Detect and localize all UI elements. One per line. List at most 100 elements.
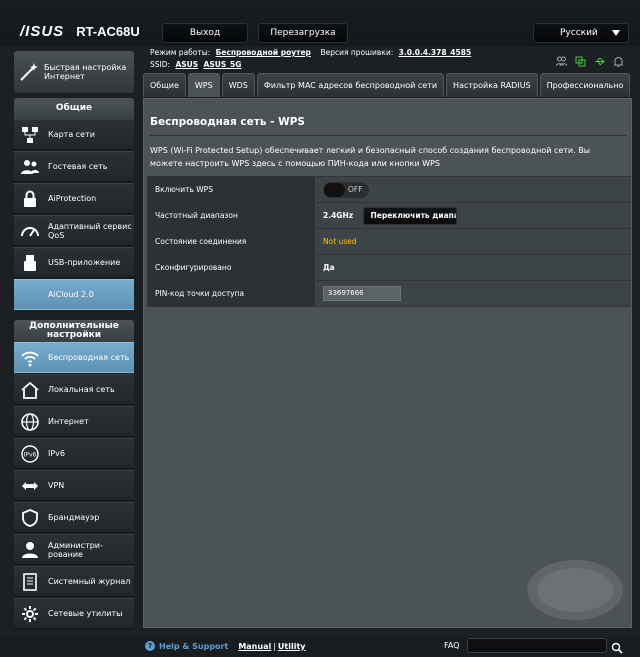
model-name: RT-AC68U bbox=[76, 23, 140, 39]
sidebar-item-label: Локальная сеть bbox=[48, 385, 115, 394]
sidebar-item-label: Интернет bbox=[48, 417, 89, 426]
advanced-section-header: Дополнительные настройки bbox=[14, 320, 134, 342]
sidebar-item-usb[interactable]: USB-приложение bbox=[14, 247, 134, 278]
sidebar-item-ipv6[interactable]: IPv6 IPv6 bbox=[14, 438, 134, 469]
connection-status-label: Состояние соединения bbox=[147, 228, 315, 255]
sidebar-item-firewall[interactable]: Брандмауэр bbox=[14, 502, 134, 533]
sidebar-item-network-tools[interactable]: Сетевые утилиты bbox=[14, 598, 134, 629]
help-question-icon: ? bbox=[145, 641, 155, 651]
asus-logo: /ISUS RT-AC68U bbox=[20, 21, 140, 41]
language-value: Русский bbox=[560, 28, 598, 38]
firewall-icon bbox=[20, 508, 40, 528]
language-select[interactable]: Русский bbox=[533, 23, 629, 43]
help-support-link[interactable]: Help & Support bbox=[159, 642, 228, 651]
guest-network-icon bbox=[20, 157, 40, 177]
sidebar-item-label: Беспроводная сеть bbox=[48, 353, 130, 362]
sidebar-item-vpn[interactable]: VPN bbox=[14, 470, 134, 501]
help-area: ? Help & Support Manual | Utility bbox=[145, 641, 306, 651]
sidebar-item-label: Карта сети bbox=[48, 130, 95, 139]
sidebar-item-wireless[interactable]: Беспроводная сеть bbox=[14, 342, 134, 373]
quick-setup-label: Быстрая настройка Интернет bbox=[44, 63, 127, 81]
ssid-link-2[interactable]: ASUS_5G bbox=[204, 60, 242, 69]
sidebar-item-label: USB-приложение bbox=[48, 258, 121, 267]
tab-wds[interactable]: WDS bbox=[221, 73, 255, 97]
status-bar: Режим работы: Беспроводной роутер Версия… bbox=[150, 47, 471, 71]
home-lan-icon bbox=[20, 380, 40, 400]
faq-search-input[interactable] bbox=[467, 638, 607, 653]
aiprotection-icon bbox=[20, 189, 40, 209]
band-label: Частотный диапазон bbox=[147, 202, 315, 229]
title-divider bbox=[150, 135, 626, 136]
utility-link[interactable]: Utility bbox=[278, 642, 306, 651]
link-separator: | bbox=[273, 641, 276, 651]
sidebar-item-label: Системный журнал bbox=[48, 577, 131, 586]
mode-link[interactable]: Беспроводной роутер bbox=[216, 48, 311, 57]
ssid-label: SSID: bbox=[150, 60, 171, 69]
tab-radius[interactable]: Настройка RADIUS bbox=[446, 73, 538, 97]
sidebar-item-label: AiProtection bbox=[48, 194, 97, 203]
firmware-link[interactable]: 3.0.0.4.378_4585 bbox=[399, 48, 472, 57]
table-row: PIN-код точки доступа 33697666 bbox=[147, 280, 631, 307]
connection-status-value: Not used bbox=[323, 237, 357, 246]
general-section-header: Общие bbox=[14, 98, 134, 119]
toggle-knob bbox=[324, 182, 345, 197]
logout-button[interactable]: Выход bbox=[162, 23, 248, 43]
tab-wps[interactable]: WPS bbox=[187, 73, 220, 97]
svg-text:IPv6: IPv6 bbox=[24, 451, 37, 458]
table-row: Сконфигурировано Да bbox=[147, 254, 631, 281]
qos-gauge-icon bbox=[20, 221, 40, 241]
watermark-logo bbox=[520, 545, 630, 625]
sidebar-item-label: Сетевые утилиты bbox=[48, 609, 123, 618]
configured-label: Сконфигурировано bbox=[147, 254, 315, 281]
configured-value: Да bbox=[323, 263, 335, 272]
usb-status-icon[interactable] bbox=[594, 52, 605, 65]
brand-logo-text: /ISUS bbox=[20, 22, 65, 40]
sidebar-item-label: VPN bbox=[48, 481, 65, 490]
sidebar-item-network-map[interactable]: Карта сети bbox=[14, 119, 134, 150]
quick-setup-button[interactable]: Быстрая настройка Интернет bbox=[14, 51, 134, 93]
sidebar-item-qos[interactable]: Адаптивный сервис QoS bbox=[14, 215, 134, 246]
switch-band-button[interactable]: Переключить диапазон bbox=[363, 206, 458, 225]
wireless-icon bbox=[20, 348, 40, 368]
ssid-link-1[interactable]: ASUS bbox=[175, 60, 198, 69]
tab-general[interactable]: Общие bbox=[143, 73, 186, 97]
sidebar-item-aicloud[interactable]: AiCloud 2.0 bbox=[14, 279, 134, 310]
mode-label: Режим работы: bbox=[150, 48, 211, 57]
chevron-down-icon bbox=[612, 30, 620, 36]
table-row: Включить WPS OFF bbox=[147, 176, 631, 203]
sidebar-item-lan[interactable]: Локальная сеть bbox=[14, 374, 134, 405]
ap-pin-label: PIN-код точки доступа bbox=[147, 280, 315, 307]
top-header: /ISUS RT-AC68U Выход Перезагрузка Русски… bbox=[0, 0, 640, 46]
admin-icon bbox=[20, 540, 40, 560]
wand-icon bbox=[18, 61, 40, 83]
toggle-state: OFF bbox=[348, 184, 363, 194]
sidebar-item-admin[interactable]: Администри-рование bbox=[14, 534, 134, 565]
tab-mac-filter[interactable]: Фильтр MAC адресов беспроводной сети bbox=[256, 73, 445, 97]
sidebar-item-label: Брандмауэр bbox=[48, 513, 100, 522]
faq-label: FAQ bbox=[444, 641, 460, 650]
tab-professional[interactable]: Профессионально bbox=[539, 73, 631, 97]
ap-pin-field[interactable]: 33697666 bbox=[323, 286, 401, 301]
network-tools-icon bbox=[20, 604, 40, 624]
tab-bar: Общие WPS WDS Фильтр MAC адресов беспров… bbox=[143, 73, 631, 97]
wps-enable-toggle[interactable]: OFF bbox=[323, 181, 369, 198]
reboot-button[interactable]: Перезагрузка bbox=[258, 23, 348, 43]
internet-status-icon[interactable] bbox=[575, 52, 586, 67]
sidebar-item-guest-network[interactable]: Гостевая сеть bbox=[14, 151, 134, 182]
notification-icon[interactable] bbox=[613, 52, 624, 67]
band-value: 2.4GHz bbox=[323, 210, 354, 220]
network-map-icon bbox=[20, 125, 40, 145]
sidebar-item-label: IPv6 bbox=[48, 449, 66, 458]
usb-icon bbox=[20, 253, 40, 273]
manual-link[interactable]: Manual bbox=[238, 642, 271, 651]
status-icons bbox=[555, 52, 624, 67]
sidebar-item-system-log[interactable]: Системный журнал bbox=[14, 566, 134, 597]
sidebar-item-label: Гостевая сеть bbox=[48, 162, 108, 171]
system-log-icon bbox=[20, 572, 40, 592]
clients-icon[interactable] bbox=[555, 52, 568, 67]
sidebar-item-label: AiCloud 2.0 bbox=[48, 290, 94, 299]
search-icon[interactable] bbox=[611, 639, 623, 654]
sidebar-item-internet[interactable]: Интернет bbox=[14, 406, 134, 437]
sidebar-item-aiprotection[interactable]: AiProtection bbox=[14, 183, 134, 214]
ipv6-icon: IPv6 bbox=[20, 444, 40, 464]
